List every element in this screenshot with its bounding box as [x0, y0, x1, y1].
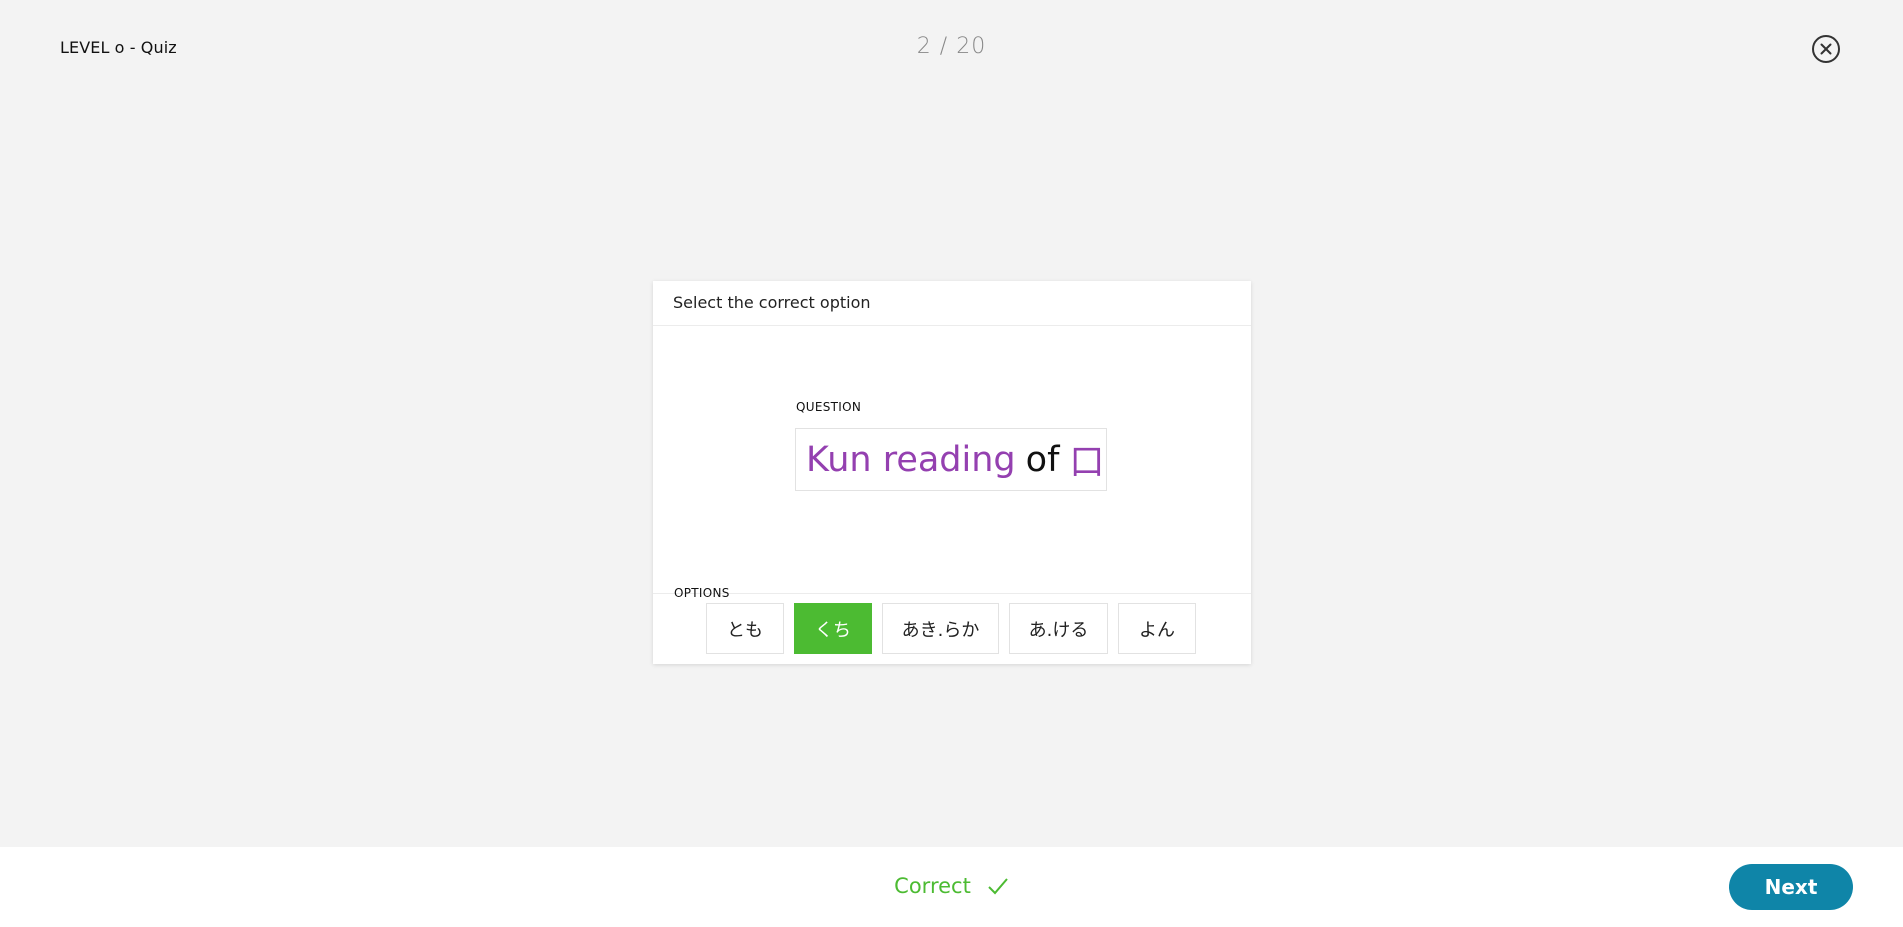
question-label: QUESTION — [796, 400, 862, 414]
option-label: あ.ける — [1028, 619, 1089, 641]
footer-bar: Correct Next — [0, 847, 1903, 927]
close-button[interactable] — [1811, 34, 1841, 64]
option-button[interactable]: とも — [706, 603, 784, 654]
quiz-card: Select the correct option QUESTION Kun r… — [653, 281, 1251, 664]
progress-counter: 2 / 20 — [916, 34, 987, 59]
question-connector: of — [1025, 439, 1060, 480]
option-button[interactable]: あき.らか — [882, 603, 999, 654]
quiz-app: LEVEL o - Quiz 2 / 20 Select the correct… — [0, 0, 1903, 927]
option-button-selected[interactable]: くち — [794, 603, 872, 654]
option-label: よん — [1139, 619, 1175, 641]
option-button[interactable]: よん — [1118, 603, 1196, 654]
question-box: Kun reading of 口 — [795, 428, 1107, 491]
options-label: OPTIONS — [674, 586, 730, 600]
close-circle-icon[interactable] — [1811, 34, 1841, 64]
options-divider — [653, 593, 1251, 594]
checkmark-icon — [987, 876, 1009, 901]
option-label: とも — [727, 619, 763, 641]
options-row: とも くち あき.らか あ.ける よん — [706, 603, 1196, 654]
option-label: くち — [815, 619, 851, 641]
result-feedback: Correct — [0, 874, 1903, 901]
next-button[interactable]: Next — [1729, 864, 1853, 910]
option-label: あき.らか — [901, 619, 980, 641]
result-text: Correct — [894, 874, 971, 898]
question-reading-type: Kun reading — [806, 439, 1016, 480]
question-kanji: 口 — [1069, 443, 1105, 483]
option-button[interactable]: あ.ける — [1009, 603, 1108, 654]
card-instruction: Select the correct option — [653, 281, 1251, 326]
